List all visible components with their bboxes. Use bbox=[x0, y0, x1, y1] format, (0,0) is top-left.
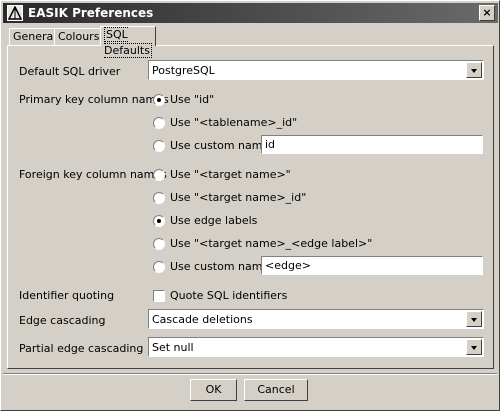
tab-sql-defaults-label: SQL Defaults bbox=[104, 27, 152, 58]
fk-option-custom-label: Use custom name: bbox=[170, 260, 273, 273]
fk-radio-target-name[interactable] bbox=[153, 169, 165, 181]
quote-identifiers-label: Quote SQL identifiers bbox=[170, 289, 288, 302]
fk-radio-target-edge-label[interactable] bbox=[153, 238, 165, 250]
chevron-down-icon[interactable] bbox=[466, 339, 482, 355]
app-icon bbox=[7, 5, 23, 21]
fk-radio-edge-labels[interactable] bbox=[153, 215, 165, 227]
edge-cascading-label: Edge cascading bbox=[19, 314, 106, 327]
fk-custom-name-input[interactable]: <edge> bbox=[261, 256, 483, 275]
tab-colours[interactable]: Colours bbox=[54, 28, 104, 46]
tab-general[interactable]: General bbox=[9, 28, 61, 46]
edge-cascading-value: Cascade deletions bbox=[152, 313, 253, 326]
window-title: EASIK Preferences bbox=[28, 6, 154, 20]
partial-cascading-select[interactable]: Set null bbox=[148, 337, 484, 357]
title-bar[interactable]: EASIK Preferences × bbox=[3, 3, 498, 23]
ok-button[interactable]: OK bbox=[190, 379, 237, 401]
driver-select[interactable]: PostgreSQL bbox=[148, 60, 484, 80]
fk-label: Foreign key column names bbox=[19, 168, 167, 181]
pk-radio-tablename-id[interactable] bbox=[153, 117, 165, 129]
sql-defaults-panel: Default SQL driver PostgreSQL Primary ke… bbox=[7, 45, 494, 369]
driver-value: PostgreSQL bbox=[152, 64, 215, 77]
chevron-down-icon[interactable] bbox=[466, 311, 482, 327]
pk-custom-name-value: id bbox=[265, 138, 276, 151]
tab-general-label: General bbox=[13, 30, 57, 43]
fk-option-target-name-label: Use "<target name>" bbox=[170, 168, 291, 181]
fk-option-target-name-id-label: Use "<target name>_id" bbox=[170, 191, 307, 204]
pk-radio-custom[interactable] bbox=[153, 140, 165, 152]
fk-custom-name-value: <edge> bbox=[265, 259, 311, 272]
pk-option-id-label: Use "id" bbox=[170, 93, 215, 106]
chevron-down-icon[interactable] bbox=[466, 62, 482, 78]
driver-label: Default SQL driver bbox=[19, 65, 121, 78]
fk-option-edge-labels-label: Use edge labels bbox=[170, 214, 258, 227]
fk-option-target-edge-label-label: Use "<target name>_<edge label>" bbox=[170, 237, 373, 250]
preferences-window: EASIK Preferences × General Colours SQL … bbox=[0, 0, 500, 411]
cancel-button[interactable]: Cancel bbox=[244, 379, 308, 401]
close-icon[interactable]: × bbox=[479, 5, 495, 21]
pk-option-custom-label: Use custom name: bbox=[170, 139, 273, 152]
edge-cascading-select[interactable]: Cascade deletions bbox=[148, 309, 484, 329]
fk-radio-target-name-id[interactable] bbox=[153, 192, 165, 204]
pk-custom-name-input[interactable]: id bbox=[261, 135, 483, 154]
tab-colours-label: Colours bbox=[58, 30, 100, 43]
divider bbox=[3, 373, 497, 375]
partial-cascading-value: Set null bbox=[152, 341, 194, 354]
pk-option-tablename-id-label: Use "<tablename>_id" bbox=[170, 116, 298, 129]
pk-radio-id[interactable] bbox=[153, 94, 165, 106]
pk-label: Primary key column names bbox=[19, 93, 169, 106]
tab-sql-defaults[interactable]: SQL Defaults bbox=[100, 26, 156, 58]
quoting-label: Identifier quoting bbox=[19, 289, 115, 302]
fk-radio-custom[interactable] bbox=[153, 261, 165, 273]
quote-identifiers-checkbox[interactable] bbox=[153, 290, 165, 302]
partial-cascading-label: Partial edge cascading bbox=[19, 342, 144, 355]
